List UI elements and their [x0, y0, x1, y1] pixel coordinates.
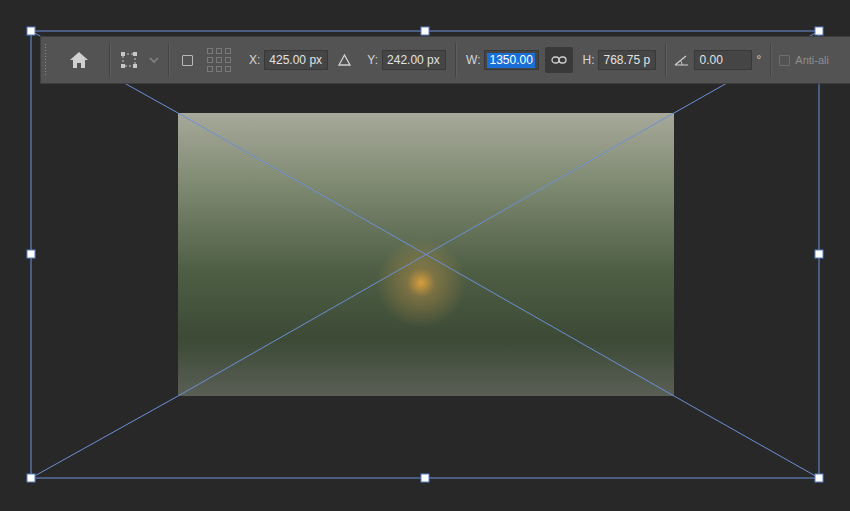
angle-input[interactable]: 0.00: [694, 50, 752, 70]
dimension-field: H: 768.75 p: [582, 50, 656, 70]
chain-link-icon: [551, 55, 567, 65]
field-value: 1350.00: [487, 53, 534, 68]
delta-icon[interactable]: [338, 54, 351, 66]
field-value: 242.00 px: [385, 53, 442, 68]
dimension-field: W: 1350.00: [466, 50, 539, 70]
field-label: W:: [466, 53, 480, 67]
transform-handle[interactable]: [27, 250, 35, 258]
field-input[interactable]: 425.00 px: [264, 50, 328, 70]
home-button[interactable]: [53, 47, 105, 73]
guide-line: [31, 396, 178, 478]
divider: [665, 43, 667, 77]
transform-icon: [119, 51, 139, 69]
angle-field: 0.00 °: [690, 50, 761, 70]
guide-line: [674, 396, 819, 478]
guide-line: [178, 113, 674, 396]
angle-unit: °: [756, 53, 761, 67]
anti-alias-checkbox[interactable]: [779, 55, 790, 66]
field-value: 425.00 px: [267, 53, 324, 68]
transform-handle[interactable]: [815, 250, 823, 258]
divider: [770, 43, 772, 77]
chevron-down-icon[interactable]: [149, 56, 159, 64]
anti-alias-label: Anti-ali: [795, 54, 829, 66]
transform-handle[interactable]: [27, 474, 35, 482]
dimension-field: X: 425.00 px: [249, 50, 328, 70]
reference-point-checkbox[interactable]: [182, 55, 193, 66]
toolbar-grip[interactable]: [44, 43, 47, 77]
angle-value: 0.00: [697, 53, 724, 68]
guide-line: [178, 113, 674, 396]
anti-alias-option[interactable]: Anti-ali: [779, 54, 829, 66]
field-label: X:: [249, 53, 260, 67]
reference-point-grid-icon: [207, 48, 231, 72]
transform-handle[interactable]: [421, 474, 429, 482]
field-value: 768.75 p: [601, 53, 652, 68]
field-input[interactable]: 768.75 p: [598, 50, 656, 70]
angle-icon: [674, 54, 689, 66]
divider: [168, 43, 170, 77]
canvas: X: 425.00 px Y: 242.00 px W: 1350.00 H: 768.75 …: [0, 0, 850, 511]
field-label: H:: [582, 53, 594, 67]
field-label: Y:: [367, 53, 378, 67]
link-button[interactable]: [545, 47, 573, 73]
field-input[interactable]: 1350.00: [484, 50, 539, 70]
field-input[interactable]: 242.00 px: [382, 50, 446, 70]
home-icon: [69, 51, 89, 69]
options-bar: X: 425.00 px Y: 242.00 px W: 1350.00 H: 768.75 …: [40, 36, 850, 84]
dimension-field: Y: 242.00 px: [367, 50, 446, 70]
transform-tool-button[interactable]: [118, 47, 140, 73]
divider: [109, 43, 111, 77]
transform-handle[interactable]: [27, 27, 35, 35]
transform-handle[interactable]: [421, 27, 429, 35]
transform-handle[interactable]: [815, 474, 823, 482]
divider: [455, 43, 457, 77]
transform-handle[interactable]: [815, 27, 823, 35]
